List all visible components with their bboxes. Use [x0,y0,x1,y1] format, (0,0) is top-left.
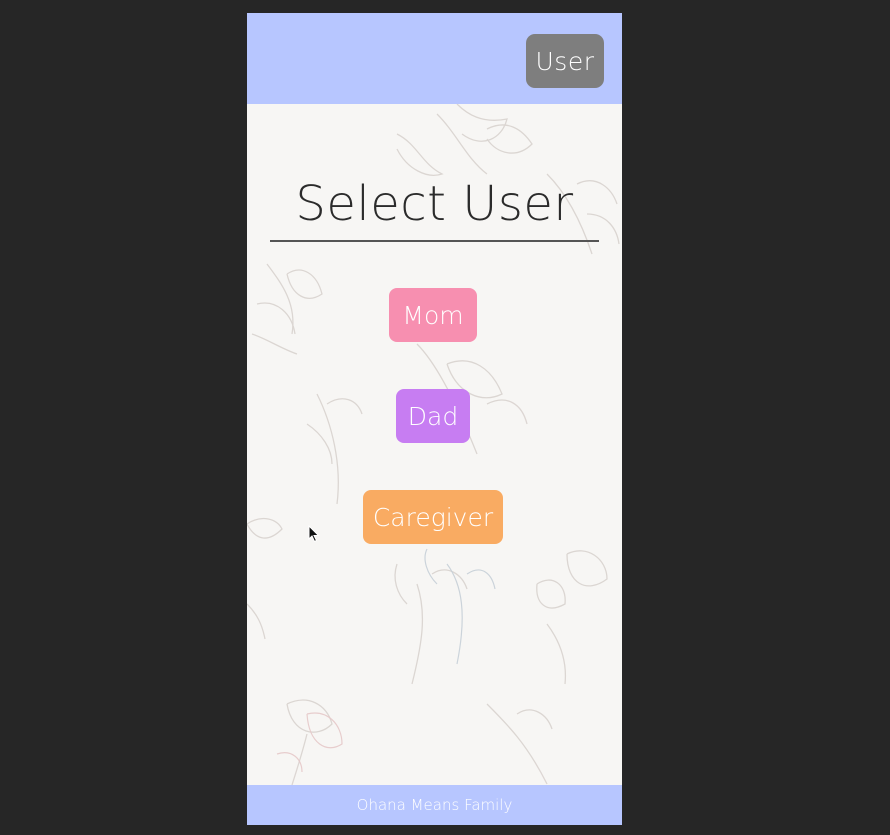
footer-bar: Ohana Means Family [247,785,622,825]
title-divider [270,240,599,242]
top-bar: User [247,13,622,104]
mouse-pointer-icon [308,525,320,543]
user-button[interactable]: User [526,34,604,88]
app-screen: User Select User Mom Dad Caregiver Ohana… [247,13,622,825]
mom-button[interactable]: Mom [389,288,477,342]
footer-text: Ohana Means Family [356,796,513,814]
page-title: Select User [295,176,574,232]
caregiver-button[interactable]: Caregiver [363,490,503,544]
main-content: Select User Mom Dad Caregiver [247,104,622,785]
dad-button[interactable]: Dad [396,389,470,443]
